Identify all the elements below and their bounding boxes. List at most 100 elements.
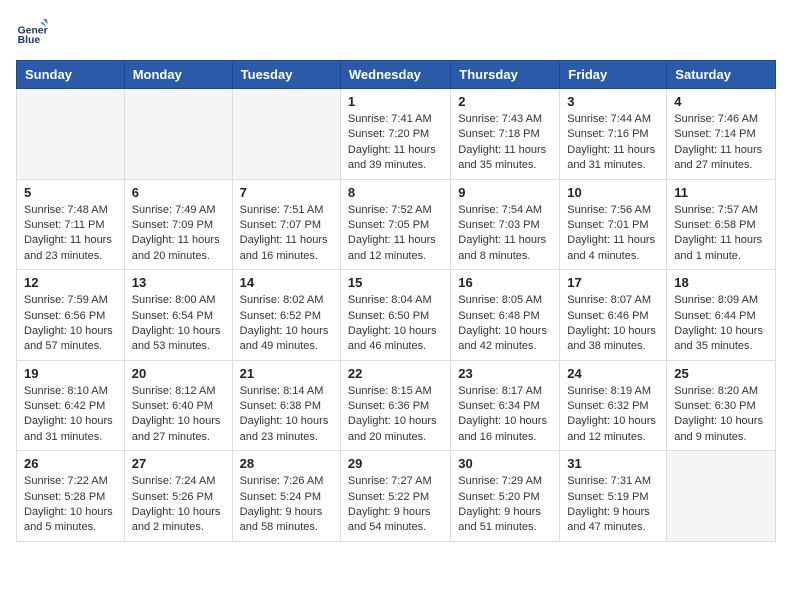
cell-info: Sunrise: 7:41 AMSunset: 7:20 PMDaylight:… [348, 112, 443, 174]
day-number: 6 [132, 185, 225, 200]
calendar-cell: 11 Sunrise: 7:57 AMSunset: 6:58 PMDayligh… [667, 179, 776, 270]
calendar-cell: 9 Sunrise: 7:54 AMSunset: 7:03 PMDaylight… [451, 179, 560, 270]
calendar-cell: 17 Sunrise: 8:07 AMSunset: 6:46 PMDayligh… [560, 270, 667, 361]
day-number: 23 [458, 366, 552, 381]
day-number: 25 [674, 366, 768, 381]
calendar-cell: 13Sunrise: 8:00 AMSunset: 6:54 PMDayligh… [124, 270, 232, 361]
cell-info: Sunrise: 8:04 AMSunset: 6:50 PMDaylight:… [348, 293, 443, 355]
calendar-cell: 2 Sunrise: 7:43 AMSunset: 7:18 PMDaylight… [451, 89, 560, 180]
calendar-cell: 31 Sunrise: 7:31 AMSunset: 5:19 PMDayligh… [560, 451, 667, 542]
cell-info: Sunrise: 8:05 AMSunset: 6:48 PMDaylight:… [458, 293, 552, 355]
cell-info: Sunrise: 8:07 AMSunset: 6:46 PMDaylight:… [567, 293, 659, 355]
day-number: 7 [240, 185, 333, 200]
weekday-header-saturday: Saturday [667, 61, 776, 89]
cell-info: Sunrise: 8:20 AMSunset: 6:30 PMDaylight:… [674, 384, 768, 446]
day-number: 22 [348, 366, 443, 381]
day-number: 10 [567, 185, 659, 200]
week-row-3: 12 Sunrise: 7:59 AMSunset: 6:56 PMDayligh… [17, 270, 776, 361]
cell-info: Sunrise: 8:19 AMSunset: 6:32 PMDaylight:… [567, 384, 659, 446]
cell-info: Sunrise: 7:43 AMSunset: 7:18 PMDaylight:… [458, 112, 552, 174]
calendar-cell: 8Sunrise: 7:52 AMSunset: 7:05 PMDaylight… [340, 179, 450, 270]
day-number: 27 [132, 456, 225, 471]
day-number: 3 [567, 94, 659, 109]
cell-info: Sunrise: 7:51 AMSunset: 7:07 PMDaylight:… [240, 203, 333, 265]
cell-info: Sunrise: 7:26 AMSunset: 5:24 PMDaylight:… [240, 474, 333, 536]
day-number: 9 [458, 185, 552, 200]
calendar-cell [17, 89, 125, 180]
weekday-header-sunday: Sunday [17, 61, 125, 89]
calendar-cell: 28 Sunrise: 7:26 AMSunset: 5:24 PMDayligh… [232, 451, 340, 542]
calendar-cell: 16Sunrise: 8:05 AMSunset: 6:48 PMDayligh… [451, 270, 560, 361]
day-number: 18 [674, 275, 768, 290]
day-number: 11 [674, 185, 768, 200]
calendar-cell: 18Sunrise: 8:09 AMSunset: 6:44 PMDayligh… [667, 270, 776, 361]
cell-info: Sunrise: 8:15 AMSunset: 6:36 PMDaylight:… [348, 384, 443, 446]
calendar-cell: 25 Sunrise: 8:20 AMSunset: 6:30 PMDayligh… [667, 360, 776, 451]
weekday-header-monday: Monday [124, 61, 232, 89]
calendar-cell [667, 451, 776, 542]
calendar-cell: 4 Sunrise: 7:46 AMSunset: 7:14 PMDaylight… [667, 89, 776, 180]
day-number: 28 [240, 456, 333, 471]
logo: General Blue [16, 16, 52, 48]
day-number: 5 [24, 185, 117, 200]
calendar-cell: 30 Sunrise: 7:29 AMSunset: 5:20 PMDayligh… [451, 451, 560, 542]
logo-icon: General Blue [16, 16, 48, 48]
day-number: 14 [240, 275, 333, 290]
day-number: 31 [567, 456, 659, 471]
cell-info: Sunrise: 7:46 AMSunset: 7:14 PMDaylight:… [674, 112, 768, 174]
svg-text:Blue: Blue [18, 35, 41, 46]
cell-info: Sunrise: 8:17 AMSunset: 6:34 PMDaylight:… [458, 384, 552, 446]
cell-info: Sunrise: 7:59 AMSunset: 6:56 PMDaylight:… [24, 293, 117, 355]
calendar-cell: 6 Sunrise: 7:49 AMSunset: 7:09 PMDaylight… [124, 179, 232, 270]
cell-info: Sunrise: 7:22 AMSunset: 5:28 PMDaylight:… [24, 474, 117, 536]
calendar-cell: 12 Sunrise: 7:59 AMSunset: 6:56 PMDayligh… [17, 270, 125, 361]
week-row-2: 5 Sunrise: 7:48 AMSunset: 7:11 PMDaylight… [17, 179, 776, 270]
calendar-header-row: SundayMondayTuesdayWednesdayThursdayFrid… [17, 61, 776, 89]
day-number: 15 [348, 275, 443, 290]
cell-info: Sunrise: 7:48 AMSunset: 7:11 PMDaylight:… [24, 203, 117, 265]
calendar-cell: 5 Sunrise: 7:48 AMSunset: 7:11 PMDaylight… [17, 179, 125, 270]
day-number: 1 [348, 94, 443, 109]
calendar-cell: 1 Sunrise: 7:41 AMSunset: 7:20 PMDaylight… [340, 89, 450, 180]
weekday-header-wednesday: Wednesday [340, 61, 450, 89]
week-row-1: 1 Sunrise: 7:41 AMSunset: 7:20 PMDaylight… [17, 89, 776, 180]
calendar-cell: 3Sunrise: 7:44 AMSunset: 7:16 PMDaylight… [560, 89, 667, 180]
cell-info: Sunrise: 7:54 AMSunset: 7:03 PMDaylight:… [458, 203, 552, 265]
calendar-table: SundayMondayTuesdayWednesdayThursdayFrid… [16, 60, 776, 542]
weekday-header-thursday: Thursday [451, 61, 560, 89]
calendar-cell: 14Sunrise: 8:02 AMSunset: 6:52 PMDayligh… [232, 270, 340, 361]
cell-info: Sunrise: 7:49 AMSunset: 7:09 PMDaylight:… [132, 203, 225, 265]
day-number: 4 [674, 94, 768, 109]
calendar-cell: 22 Sunrise: 8:15 AMSunset: 6:36 PMDayligh… [340, 360, 450, 451]
cell-info: Sunrise: 7:56 AMSunset: 7:01 PMDaylight:… [567, 203, 659, 265]
week-row-5: 26 Sunrise: 7:22 AMSunset: 5:28 PMDayligh… [17, 451, 776, 542]
calendar-cell: 21Sunrise: 8:14 AMSunset: 6:38 PMDayligh… [232, 360, 340, 451]
day-number: 21 [240, 366, 333, 381]
weekday-header-tuesday: Tuesday [232, 61, 340, 89]
calendar-cell: 23 Sunrise: 8:17 AMSunset: 6:34 PMDayligh… [451, 360, 560, 451]
calendar-cell: 7 Sunrise: 7:51 AMSunset: 7:07 PMDaylight… [232, 179, 340, 270]
day-number: 2 [458, 94, 552, 109]
day-number: 30 [458, 456, 552, 471]
calendar-cell: 27Sunrise: 7:24 AMSunset: 5:26 PMDayligh… [124, 451, 232, 542]
calendar-cell: 29Sunrise: 7:27 AMSunset: 5:22 PMDayligh… [340, 451, 450, 542]
calendar-cell: 20Sunrise: 8:12 AMSunset: 6:40 PMDayligh… [124, 360, 232, 451]
cell-info: Sunrise: 7:29 AMSunset: 5:20 PMDaylight:… [458, 474, 552, 536]
calendar-cell: 26 Sunrise: 7:22 AMSunset: 5:28 PMDayligh… [17, 451, 125, 542]
day-number: 12 [24, 275, 117, 290]
cell-info: Sunrise: 8:00 AMSunset: 6:54 PMDaylight:… [132, 293, 225, 355]
calendar-cell: 19Sunrise: 8:10 AMSunset: 6:42 PMDayligh… [17, 360, 125, 451]
day-number: 17 [567, 275, 659, 290]
cell-info: Sunrise: 7:57 AMSunset: 6:58 PMDaylight:… [674, 203, 768, 265]
calendar-cell [124, 89, 232, 180]
day-number: 29 [348, 456, 443, 471]
calendar-cell: 15 Sunrise: 8:04 AMSunset: 6:50 PMDayligh… [340, 270, 450, 361]
day-number: 20 [132, 366, 225, 381]
cell-info: Sunrise: 8:10 AMSunset: 6:42 PMDaylight:… [24, 384, 117, 446]
day-number: 8 [348, 185, 443, 200]
page-header: General Blue [16, 16, 776, 48]
day-number: 24 [567, 366, 659, 381]
day-number: 26 [24, 456, 117, 471]
cell-info: Sunrise: 7:31 AMSunset: 5:19 PMDaylight:… [567, 474, 659, 536]
calendar-cell [232, 89, 340, 180]
